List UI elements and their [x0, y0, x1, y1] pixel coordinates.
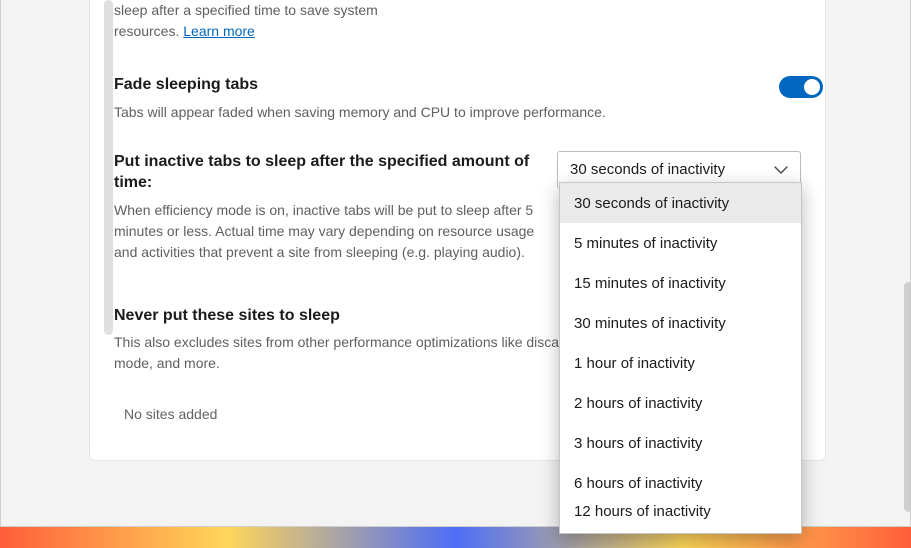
sleep-after-desc: When efficiency mode is on, inactive tab… — [114, 200, 559, 263]
sleep-after-option[interactable]: 2 hours of inactivity — [560, 383, 801, 423]
sleep-after-option[interactable]: 1 hour of inactivity — [560, 343, 801, 383]
never-sleep-title: Never put these sites to sleep — [114, 305, 554, 327]
sleep-after-option[interactable]: 12 hours of inactivity — [560, 503, 801, 531]
chevron-down-icon — [774, 166, 788, 174]
sleep-after-dropdown[interactable]: 30 seconds of inactivity5 minutes of ina… — [559, 182, 802, 534]
fade-toggle[interactable] — [779, 76, 823, 98]
prev-section-desc: sleep after a specified time to save sys… — [114, 0, 424, 42]
sleep-after-option[interactable]: 30 minutes of inactivity — [560, 303, 801, 343]
learn-more-link[interactable]: Learn more — [183, 23, 255, 39]
window-scrollbar[interactable] — [904, 282, 911, 512]
section-fade-sleeping-tabs: Fade sleeping tabs Tabs will appear fade… — [114, 42, 801, 123]
sleep-after-option[interactable]: 30 seconds of inactivity — [560, 183, 801, 223]
sleep-after-title: Put inactive tabs to sleep after the spe… — [114, 151, 544, 194]
sleep-after-option[interactable]: 15 minutes of inactivity — [560, 263, 801, 303]
fade-desc: Tabs will appear faded when saving memor… — [114, 102, 659, 123]
sleep-after-option[interactable]: 6 hours of inactivity — [560, 463, 801, 503]
toggle-knob — [804, 79, 820, 95]
fade-title: Fade sleeping tabs — [114, 74, 554, 96]
panel-scrollbar[interactable] — [104, 0, 113, 335]
sleep-after-selected-value: 30 seconds of inactivity — [570, 161, 725, 178]
sleep-after-option[interactable]: 3 hours of inactivity — [560, 423, 801, 463]
sleep-after-option[interactable]: 5 minutes of inactivity — [560, 223, 801, 263]
